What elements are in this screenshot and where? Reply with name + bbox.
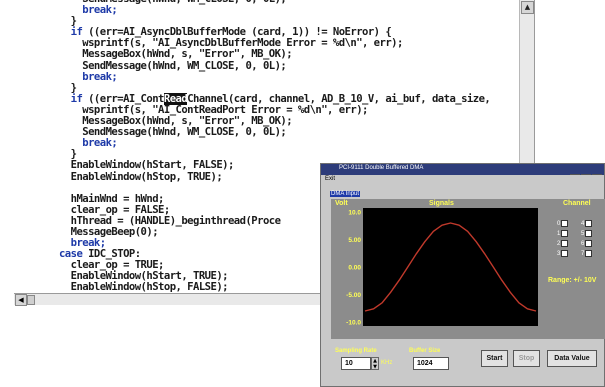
sampling-rate-input[interactable]: 10 <box>341 357 371 370</box>
buffer-size-label: Buffer Size <box>409 348 441 354</box>
sampling-rate-spinner[interactable]: ▲ ▼ <box>371 357 379 370</box>
code-token: EnableWindow(hStop, TRUE); <box>70 170 223 183</box>
sampling-rate-unit: KHz <box>381 360 393 366</box>
scroll-up-arrow-icon[interactable]: ▲ <box>521 1 534 14</box>
sampling-rate-label: Sampling Rate <box>335 348 377 354</box>
buffer-size-input[interactable]: 1024 <box>413 357 449 370</box>
code-token: break; <box>82 4 118 17</box>
range-label: Range: +/- 10V <box>548 277 597 284</box>
code-line: break; <box>24 5 524 16</box>
y-tick-label: 10.0 <box>348 210 361 217</box>
code-token: break; <box>82 137 118 150</box>
channel-selector: 0 1 2 3 4 5 6 7 <box>557 220 603 260</box>
y-tick-label: 0.00 <box>348 265 361 272</box>
data-value-button[interactable]: Data Value <box>547 350 597 367</box>
signal-chart: 10.0 5.00 0.00 -5.00 -10.0 <box>346 208 538 327</box>
channel-2-checkbox[interactable]: 2 <box>557 240 569 247</box>
y-tick-label: -5.00 <box>346 292 361 299</box>
y-tick-label: -10.0 <box>346 320 361 327</box>
code-line: break; <box>24 138 524 149</box>
plot-area <box>363 208 538 326</box>
volt-label: Volt <box>335 200 348 207</box>
y-tick-label: 5.00 <box>348 237 361 244</box>
stop-button[interactable]: Stop <box>513 350 540 367</box>
title-bar[interactable]: PCI-9111 Double Buffered DMA _□× <box>321 164 604 184</box>
channel-4-checkbox[interactable]: 4 <box>581 220 593 227</box>
code-line: break; <box>24 70 524 83</box>
code-token: break; <box>82 70 118 83</box>
dma-window: PCI-9111 Double Buffered DMA _□× Exit DM… <box>320 163 605 387</box>
signals-label: Signals <box>429 200 454 207</box>
channel-3-checkbox[interactable]: 3 <box>557 250 569 257</box>
scroll-left-arrow-icon[interactable]: ◀ <box>15 294 27 306</box>
code-token: EnableWindow(hStop, FALSE); <box>70 281 229 294</box>
channel-label: Channel <box>563 200 591 207</box>
channel-0-checkbox[interactable]: 0 <box>557 220 569 227</box>
menu-item-exit[interactable]: Exit <box>325 176 335 182</box>
channel-7-checkbox[interactable]: 7 <box>581 250 593 257</box>
dma-input-label: DMA Input <box>330 191 361 197</box>
channel-1-checkbox[interactable]: 1 <box>557 230 569 237</box>
window-title: PCI-9111 Double Buffered DMA <box>339 165 424 171</box>
start-button[interactable]: Start <box>481 350 508 367</box>
menu-bar: Exit <box>321 175 604 185</box>
scroll-thumb[interactable] <box>27 295 35 305</box>
channel-5-checkbox[interactable]: 5 <box>581 230 593 237</box>
channel-6-checkbox[interactable]: 6 <box>581 240 593 247</box>
